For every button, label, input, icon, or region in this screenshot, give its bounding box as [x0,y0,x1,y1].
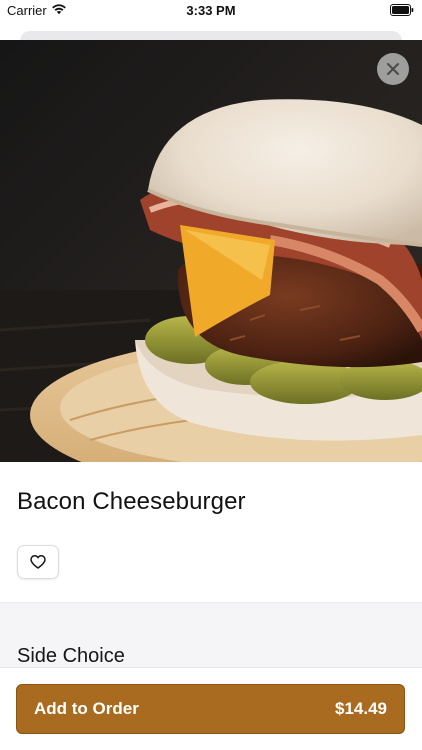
item-title: Bacon Cheeseburger [17,488,246,515]
add-to-order-label: Add to Order [34,699,139,718]
menu-item-screen: Carrier 3:33 PM Bacon Cheeseburger Side … [0,0,422,750]
bottom-bar: Add to Order $14.49 [0,667,422,750]
battery-icon [390,4,414,16]
item-photo [0,40,422,462]
section-title: Side Choice [17,645,125,667]
close-icon [387,63,399,75]
close-button[interactable] [377,53,409,85]
add-to-order-button[interactable]: Add to Order $14.49 [16,684,405,734]
status-time: 3:33 PM [186,3,236,18]
order-price: $14.49 [335,699,387,718]
heart-icon [30,555,46,569]
favorite-button[interactable] [17,545,59,579]
status-bar: Carrier 3:33 PM [0,0,422,22]
